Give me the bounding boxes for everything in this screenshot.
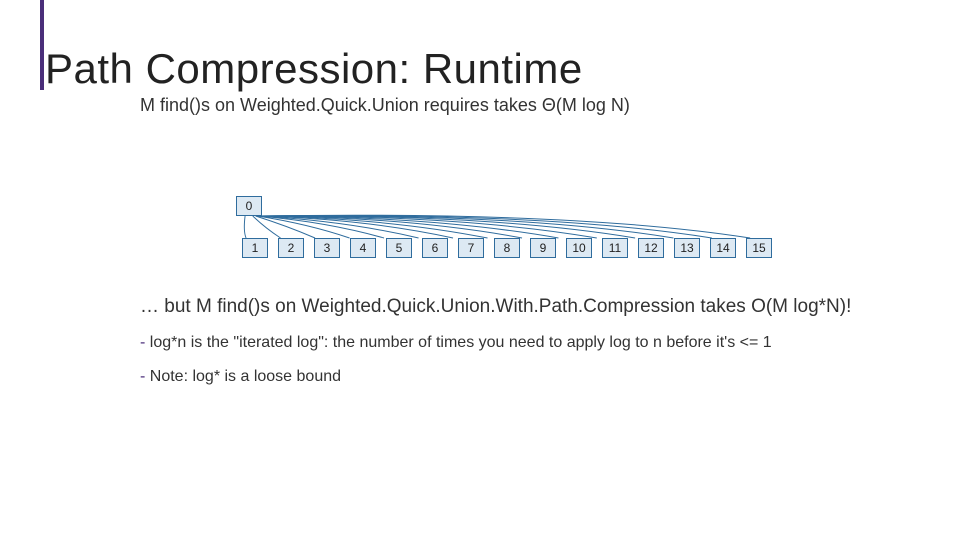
tree-node: 13 (674, 238, 700, 258)
after-tree-text: … but M find()s on Weighted.Quick.Union.… (140, 296, 960, 318)
tree-node: 8 (494, 238, 520, 258)
title-block: Path Compression: Runtime M find()s on W… (40, 0, 960, 116)
tree-node: 11 (602, 238, 628, 258)
tree-node: 5 (386, 238, 412, 258)
slide-subtitle: M find()s on Weighted.Quick.Union requir… (140, 95, 960, 116)
bullet-2: - Note: log* is a loose bound (140, 368, 960, 386)
tree-node: 2 (278, 238, 304, 258)
tree-diagram: 0 1 2 3 4 5 6 7 8 9 10 11 12 13 14 15 (40, 196, 960, 286)
tree-children: 1 2 3 4 5 6 7 8 9 10 11 12 13 14 15 (242, 238, 772, 258)
tree-node: 15 (746, 238, 772, 258)
tree-root: 0 (236, 196, 262, 216)
tree-node: 14 (710, 238, 736, 258)
bullet-1: - log*n is the "iterated log": the numbe… (140, 334, 960, 352)
tree-node: 12 (638, 238, 664, 258)
tree-node: 6 (422, 238, 448, 258)
tree-node: 7 (458, 238, 484, 258)
bullet-text: log*n is the "iterated log": the number … (145, 334, 771, 351)
tree-node: 10 (566, 238, 592, 258)
tree-node: 1 (242, 238, 268, 258)
tree-node: 4 (350, 238, 376, 258)
title-accent-bar (40, 0, 44, 90)
slide: Path Compression: Runtime M find()s on W… (0, 0, 960, 540)
tree-node: 3 (314, 238, 340, 258)
bullet-text: Note: log* is a loose bound (145, 368, 341, 385)
tree-node: 9 (530, 238, 556, 258)
slide-title: Path Compression: Runtime (45, 45, 960, 93)
